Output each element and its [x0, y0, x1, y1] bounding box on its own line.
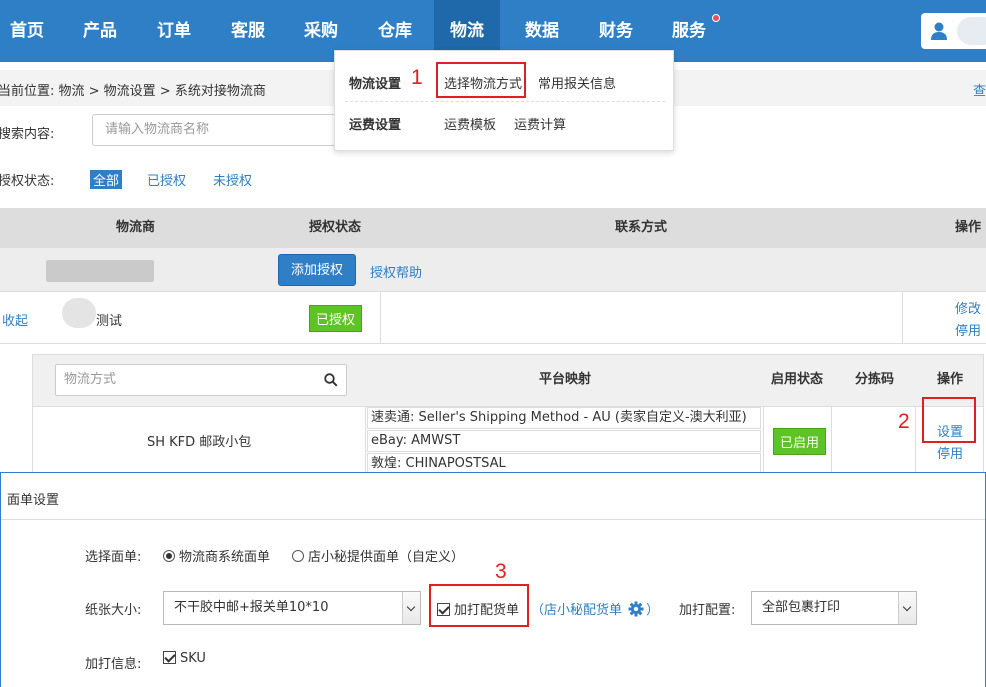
- method-name: SH KFD 邮政小包: [147, 435, 252, 450]
- shop-picklist-link[interactable]: 店小秘配货单: [544, 603, 622, 618]
- divider: [902, 292, 903, 344]
- mapping-ebay: eBay: AMWST: [367, 430, 761, 452]
- nav-services-label: 服务: [672, 21, 706, 41]
- collapse-link[interactable]: 收起: [2, 310, 28, 329]
- radio-icon[interactable]: [163, 550, 175, 562]
- radio-carrier-text: 物流商系统面单: [179, 550, 271, 565]
- radio-custom-text: 店小秘提供面单（自定义）: [308, 550, 465, 565]
- help-link[interactable]: 查: [973, 80, 986, 99]
- print-config-select[interactable]: 全部包裹打印: [751, 591, 917, 625]
- carrier-name: 测试: [96, 314, 123, 329]
- filter-authorized[interactable]: 已授权: [147, 170, 186, 189]
- filter-all[interactable]: 全部: [90, 170, 123, 189]
- table-row: 收起 测试 已授权 修改 停用: [0, 292, 986, 344]
- print-info-label: 加打信息:: [85, 657, 142, 672]
- col-carrier: 物流商: [116, 220, 156, 235]
- enabled-badge: 已启用: [773, 428, 827, 455]
- paper-size-select[interactable]: 不干胶中邮+报关单10*10: [163, 591, 421, 625]
- nav-service[interactable]: 客服: [221, 0, 275, 62]
- dropdown-group-logistics: 物流设置: [349, 77, 402, 92]
- carrier-avatar: [62, 298, 96, 328]
- col-auth-status: 授权状态: [309, 220, 362, 235]
- method-search-placeholder: 物流方式: [64, 372, 117, 387]
- auth-filter-label: 授权状态:: [0, 174, 55, 189]
- paper-size-label: 纸张大小:: [85, 603, 142, 618]
- sub-table-header: 物流方式 平台映射 启用状态 分拣码 操作: [33, 355, 983, 407]
- search-label: 搜索内容:: [0, 127, 55, 142]
- checkbox-icon[interactable]: [163, 651, 176, 664]
- search-icon[interactable]: [324, 373, 338, 387]
- nav-home[interactable]: 首页: [0, 0, 54, 62]
- user-icon: [931, 22, 947, 40]
- disable-method-link[interactable]: 停用: [937, 443, 963, 462]
- annotation-box-3: [429, 584, 529, 627]
- user-menu[interactable]: [921, 13, 986, 49]
- avatar: [957, 17, 986, 45]
- annotation-box-1: [436, 62, 526, 98]
- menu-customs-info[interactable]: 常用报关信息: [538, 73, 616, 92]
- method-search-input[interactable]: 物流方式: [55, 364, 347, 396]
- col-sort-code: 分拣码: [855, 372, 895, 387]
- label-settings-dialog: 面单设置 选择面单: 物流商系统面单 店小秘提供面单（自定义） 纸张大小: 不干…: [0, 472, 986, 687]
- divider: [831, 407, 832, 475]
- divider: [915, 407, 916, 475]
- mapping-aliexpress: 速卖通: Seller's Shipping Method - AU (卖家自定…: [367, 407, 761, 429]
- chevron-down-icon: [402, 592, 420, 624]
- annotation-number-3: 3: [495, 560, 507, 583]
- print-config-label: 加打配置:: [679, 603, 736, 618]
- select-label-label: 选择面单:: [85, 550, 142, 565]
- table-header: 物流商 授权状态 联系方式 操作: [0, 208, 986, 248]
- carrier-logo: [46, 260, 154, 282]
- annotation-number-2: 2: [898, 410, 910, 433]
- menu-freight-template[interactable]: 运费模板: [444, 114, 496, 133]
- status-badge: 已授权: [309, 305, 363, 332]
- paper-size-value: 不干胶中邮+报关单10*10: [174, 600, 329, 615]
- divider: [763, 407, 764, 475]
- table-row: 添加授权 授权帮助: [0, 248, 986, 292]
- col-actions: 操作: [955, 220, 982, 235]
- notification-dot: [712, 14, 720, 22]
- radio-carrier-label[interactable]: 物流商系统面单: [163, 546, 270, 565]
- annotation-number-1: 1: [411, 66, 423, 89]
- sku-text: SKU: [180, 651, 206, 666]
- divider: [380, 292, 381, 344]
- divider: [345, 101, 665, 102]
- print-config-value: 全部包裹打印: [762, 600, 841, 615]
- radio-icon[interactable]: [292, 550, 304, 562]
- breadcrumb: 当前位置: 物流 > 物流设置 > 系统对接物流商: [0, 84, 266, 99]
- sku-checkbox[interactable]: SKU: [163, 651, 206, 666]
- dialog-title: 面单设置: [7, 493, 60, 508]
- shop-picklist-group: （店小秘配货单 ）: [531, 599, 659, 618]
- add-auth-button[interactable]: 添加授权: [278, 254, 356, 286]
- filter-unauthorized[interactable]: 未授权: [213, 170, 252, 189]
- annotation-box-2: [922, 397, 976, 443]
- dropdown-group-freight: 运费设置: [349, 118, 402, 133]
- radio-custom-label[interactable]: 店小秘提供面单（自定义）: [292, 546, 464, 565]
- shipping-methods-table: 物流方式 平台映射 启用状态 分拣码 操作 SH KFD 邮政小包 速卖通: S…: [32, 354, 984, 475]
- gear-icon[interactable]: [628, 601, 644, 617]
- edit-link[interactable]: 修改: [955, 298, 981, 317]
- nav-orders[interactable]: 订单: [147, 0, 201, 62]
- menu-freight-calc[interactable]: 运费计算: [514, 114, 566, 133]
- chevron-down-icon: [898, 592, 916, 624]
- auth-help-link[interactable]: 授权帮助: [370, 262, 422, 281]
- divider: [365, 407, 366, 475]
- paren-open: （: [531, 603, 545, 618]
- dialog-header: 面单设置: [1, 473, 985, 520]
- disable-link[interactable]: 停用: [955, 320, 981, 339]
- col-contact: 联系方式: [615, 220, 668, 235]
- col-platform-mapping: 平台映射: [539, 372, 592, 387]
- nav-products[interactable]: 产品: [73, 0, 127, 62]
- paren-close: ）: [646, 603, 660, 618]
- search-input[interactable]: 请输入物流商名称: [92, 114, 342, 146]
- col-enable-status: 启用状态: [771, 372, 824, 387]
